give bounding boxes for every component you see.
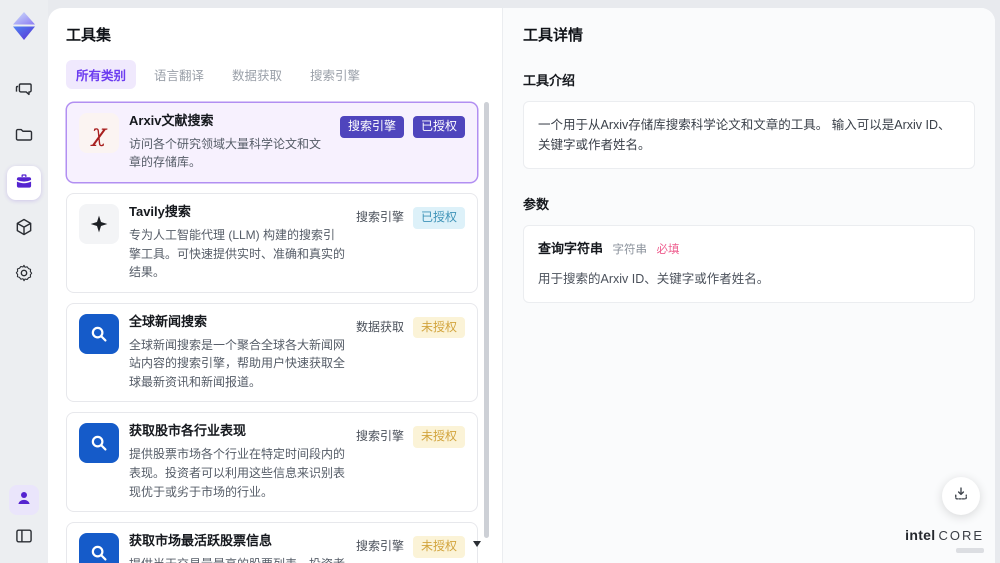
sidebar-item-profile[interactable] — [9, 485, 39, 515]
tool-category-badge: 搜索引擎 — [355, 429, 404, 444]
chat-icon — [14, 79, 34, 104]
params-heading: 参数 — [523, 197, 550, 212]
tool-auth-badge: 已授权 — [412, 207, 465, 229]
tab-data-fetch[interactable]: 数据获取 — [222, 60, 292, 89]
gear-icon — [14, 263, 34, 288]
tool-text: Arxiv文献搜索 访问各个研究领域大量科学论文和文章的存储库。 — [129, 113, 330, 172]
tool-badges: 搜索引擎 已授权 — [339, 116, 465, 138]
tool-category-badge: 数据获取 — [355, 319, 404, 334]
tool-description: 提供股票市场各个行业在特定时间段内的表现。投资者可以利用这些信息来识别表现优于或… — [129, 447, 346, 499]
tool-badges: 搜索引擎 未授权 — [355, 426, 465, 449]
tool-text: 全球新闻搜索 全球新闻搜索是一个聚合全球各大新闻网站内容的搜索引擎，帮助用户快速… — [129, 314, 346, 392]
magnifier-icon — [79, 313, 119, 354]
download-icon — [952, 485, 970, 508]
sidebar-item-plugins[interactable] — [7, 212, 41, 246]
tool-auth-badge: 已授权 — [412, 116, 465, 138]
detail-title: 工具详情 — [523, 27, 584, 44]
tab-search-engine[interactable]: 搜索引擎 — [300, 60, 370, 89]
user-icon — [15, 489, 33, 512]
param-header: 查询字符串 字符串 必填 — [538, 239, 960, 260]
tool-description: 访问各个研究领域大量科学论文和文章的存储库。 — [129, 136, 322, 170]
sidebar-item-collapse[interactable] — [7, 521, 41, 555]
tool-card-tavily-search[interactable]: Tavily搜索 专为人工智能代理 (LLM) 构建的搜索引擎工具。可快速提供实… — [66, 193, 478, 293]
param-name: 查询字符串 — [538, 241, 604, 256]
intro-heading: 工具介绍 — [523, 73, 576, 88]
param-required-badge: 必填 — [656, 244, 680, 256]
intro-box: 一个用于从Arxiv存储库搜索科学论文和文章的工具。 输入可以是Arxiv ID… — [523, 101, 975, 169]
tool-card-global-news-search[interactable]: 全球新闻搜索 全球新闻搜索是一个聚合全球各大新闻网站内容的搜索引擎，帮助用户快速… — [66, 302, 478, 403]
tool-badges: 搜索引擎 已授权 — [356, 207, 465, 229]
category-tabs: 所有类别 语言翻译 数据获取 搜索引擎 — [66, 60, 478, 89]
tool-category-badge: 搜索引擎 — [355, 210, 404, 225]
tool-text: Tavily搜索 专为人工智能代理 (LLM) 构建的搜索引擎工具。可快速提供实… — [129, 204, 346, 282]
tool-description: 提供当天交易量最高的股票列表，投资者可以利用这些信息来识别流动性强的股票和潜在的… — [129, 555, 346, 563]
sidebar-item-settings[interactable] — [7, 258, 41, 292]
tab-language-translation[interactable]: 语言翻译 — [144, 60, 214, 89]
page-title: 工具集 — [66, 27, 112, 44]
panel-toggle-icon — [14, 526, 34, 551]
tool-title: 全球新闻搜索 — [129, 313, 208, 329]
brand-subtext-bar — [956, 548, 984, 553]
intel-core-logo: intel core — [905, 527, 984, 553]
cube-icon — [14, 217, 34, 242]
brand-intel: intel — [905, 527, 936, 544]
tool-category-badge: 搜索引擎 — [339, 116, 404, 138]
tool-badges: 数据获取 未授权 — [355, 316, 465, 339]
param-description: 用于搜索的Arxiv ID、关键字或作者姓名。 — [538, 271, 770, 286]
magnifier-icon — [79, 533, 119, 563]
sidebar-item-folder[interactable] — [7, 120, 41, 154]
brand-core: core — [938, 528, 984, 544]
tab-all-categories[interactable]: 所有类别 — [66, 60, 137, 89]
tool-title: 获取市场最活跃股票信息 — [129, 533, 273, 549]
list-scrollbar[interactable] — [484, 102, 489, 538]
tool-card-arxiv-search[interactable]: χ Arxiv文献搜索 访问各个研究领域大量科学论文和文章的存储库。 搜索引擎 … — [66, 102, 478, 184]
sidebar-bottom — [0, 485, 48, 555]
sidebar-item-tools[interactable] — [7, 166, 41, 200]
tool-auth-badge: 未授权 — [412, 316, 465, 339]
folder-icon — [14, 125, 34, 150]
sidebar — [0, 0, 48, 563]
scroll-down-arrow[interactable] — [473, 541, 481, 547]
tools-pane: 工具集 所有类别 语言翻译 数据获取 搜索引擎 χ Arxiv文献搜索 访问各个研究领… — [48, 8, 502, 563]
app-logo-gem — [8, 10, 40, 42]
star-icon — [79, 204, 119, 245]
tool-badges: 搜索引擎 未授权 — [356, 536, 465, 558]
tool-description: 全球新闻搜索是一个聚合全球各大新闻网站内容的搜索引擎，帮助用户快速获取全球最新资… — [129, 337, 346, 389]
tool-title: Arxiv文献搜索 — [129, 113, 214, 128]
sidebar-nav — [7, 74, 41, 292]
tool-auth-badge: 未授权 — [412, 426, 465, 449]
tool-title: 获取股市各行业表现 — [129, 423, 247, 439]
param-box: 查询字符串 字符串 必填 用于搜索的Arxiv ID、关键字或作者姓名。 — [523, 225, 975, 303]
tool-card-stock-sector-performance[interactable]: 获取股市各行业表现 提供股票市场各个行业在特定时间段内的表现。投资者可以利用这些… — [66, 412, 478, 513]
content-shell: 工具集 所有类别 语言翻译 数据获取 搜索引擎 χ Arxiv文献搜索 访问各个研究领… — [48, 8, 995, 563]
tool-text: 获取股市各行业表现 提供股票市场各个行业在特定时间段内的表现。投资者可以利用这些… — [129, 423, 346, 501]
tool-category-badge: 搜索引擎 — [355, 539, 404, 554]
arxiv-logo-icon: χ — [79, 113, 119, 153]
tool-card-most-active-stocks[interactable]: 获取市场最活跃股票信息 提供当天交易量最高的股票列表，投资者可以利用这些信息来识… — [66, 522, 478, 563]
param-type: 字符串 — [612, 244, 648, 256]
tool-list: χ Arxiv文献搜索 访问各个研究领域大量科学论文和文章的存储库。 搜索引擎 … — [66, 102, 478, 563]
tool-description: 专为人工智能代理 (LLM) 构建的搜索引擎工具。可快速提供实时、准确和真实的结… — [129, 227, 346, 280]
magnifier-icon — [79, 423, 119, 464]
download-button[interactable] — [942, 477, 980, 515]
sidebar-item-chat[interactable] — [7, 74, 41, 108]
tool-text: 获取市场最活跃股票信息 提供当天交易量最高的股票列表，投资者可以利用这些信息来识… — [129, 533, 346, 563]
tool-detail-pane: 工具详情 工具介绍 一个用于从Arxiv存储库搜索科学论文和文章的工具。 输入可… — [502, 8, 995, 563]
briefcase-icon — [14, 171, 34, 196]
tool-title: Tavily搜索 — [129, 204, 191, 220]
intro-text: 一个用于从Arxiv存储库搜索科学论文和文章的工具。 输入可以是Arxiv ID… — [538, 118, 951, 152]
tool-auth-badge: 未授权 — [412, 536, 465, 558]
